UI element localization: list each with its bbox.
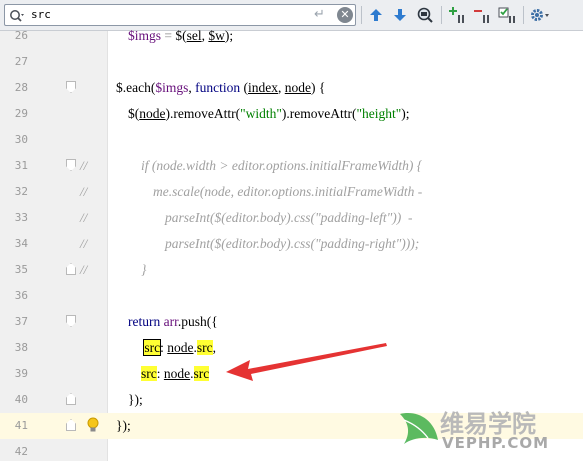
comment-marker: // <box>80 184 88 199</box>
search-match: src <box>193 366 210 381</box>
line-text: return arr.push({ <box>128 314 218 329</box>
previous-occurrence-icon[interactable] <box>366 5 386 25</box>
line-number: 42 <box>14 445 28 458</box>
line-number: 38 <box>14 341 28 354</box>
lightbulb-icon[interactable] <box>87 417 99 437</box>
line-number: 27 <box>14 55 28 68</box>
comment-marker: // <box>80 262 88 277</box>
fold-icon[interactable] <box>66 263 76 275</box>
code-line: 36 <box>0 283 583 309</box>
fold-icon[interactable] <box>66 393 76 405</box>
line-number: 35 <box>14 263 28 276</box>
line-number: 37 <box>14 315 28 328</box>
select-all-icon[interactable] <box>497 5 517 25</box>
watermark-site: VEPHP.COM <box>442 434 550 452</box>
line-number: 33 <box>14 211 28 224</box>
code-line: 29 $(node).removeAttr("width").removeAtt… <box>0 101 583 127</box>
code-line: 26 $imgs = $(sel, $w); <box>0 23 583 49</box>
code-line: 31 // if (node.width > editor.options.in… <box>0 153 583 179</box>
add-selection-icon[interactable] <box>447 5 467 25</box>
code-line: 37 return arr.push({ <box>0 309 583 335</box>
fold-icon[interactable] <box>66 315 76 327</box>
line-text: }); <box>128 392 143 407</box>
enter-icon[interactable]: ↵ <box>314 7 325 22</box>
line-number: 32 <box>14 185 28 198</box>
line-text: $(node).removeAttr("width").removeAttr("… <box>128 106 410 121</box>
line-number: 30 <box>14 133 28 146</box>
comment-marker: // <box>80 210 88 225</box>
line-text: }); <box>116 418 131 433</box>
clear-icon[interactable]: ✕ <box>337 7 353 23</box>
leaf-logo-icon <box>400 413 438 444</box>
line-number: 26 <box>14 29 28 42</box>
line-text: $.each($imgs, function (index, node) { <box>116 80 326 95</box>
line-number: 29 <box>14 107 28 120</box>
code-line: 32 // me.scale(node, editor.options.init… <box>0 179 583 205</box>
line-text: } <box>141 262 147 277</box>
line-number: 34 <box>14 237 28 250</box>
search-match: src <box>141 366 157 381</box>
comment-marker: // <box>80 236 88 251</box>
search-match: src <box>143 339 162 356</box>
toolbar-separator <box>441 6 442 24</box>
fold-icon[interactable] <box>66 159 76 171</box>
annotation-arrow <box>226 343 387 381</box>
next-occurrence-icon[interactable] <box>390 5 410 25</box>
line-text: me.scale(node, editor.options.initialFra… <box>153 184 423 199</box>
fold-icon[interactable] <box>66 81 76 93</box>
line-text: if (node.width > editor.options.initialF… <box>141 158 423 173</box>
line-text: parseInt($(editor.body).css("padding-rig… <box>165 236 420 251</box>
line-text: parseInt($(editor.body).css("padding-lef… <box>165 210 413 225</box>
remove-selection-icon[interactable] <box>472 5 492 25</box>
line-number: 40 <box>14 393 28 406</box>
settings-icon[interactable] <box>530 5 550 25</box>
line-number: 39 <box>14 367 28 380</box>
code-line: 34 // parseInt($(editor.body).css("paddi… <box>0 231 583 257</box>
code-line: 27 <box>0 49 583 75</box>
toolbar-separator <box>361 6 362 24</box>
code-line: 33 // parseInt($(editor.body).css("paddi… <box>0 205 583 231</box>
toolbar-separator <box>523 6 524 24</box>
line-text: src: node.src <box>141 366 210 381</box>
line-number: 41 <box>14 419 28 432</box>
search-input[interactable]: src <box>31 8 51 21</box>
line-number: 28 <box>14 81 28 94</box>
line-number: 36 <box>14 289 28 302</box>
comment-marker: // <box>80 158 88 173</box>
code-editor[interactable]: 26 $imgs = $(sel, $w); 27 28 $.each($img… <box>0 28 583 461</box>
line-text: $imgs = $(sel, $w); <box>128 28 234 43</box>
line-text: src: node.src, <box>143 339 217 356</box>
code-line: 28 $.each($imgs, function (index, node) … <box>0 75 583 101</box>
code-line: 30 <box>0 127 583 153</box>
watermark: 维易学院 VEPHP.COM <box>398 402 583 461</box>
find-usages-icon[interactable] <box>415 5 435 25</box>
fold-icon[interactable] <box>66 419 76 431</box>
line-number: 31 <box>14 159 28 172</box>
code-line: 35 // } <box>0 257 583 283</box>
search-match: src <box>196 340 213 355</box>
